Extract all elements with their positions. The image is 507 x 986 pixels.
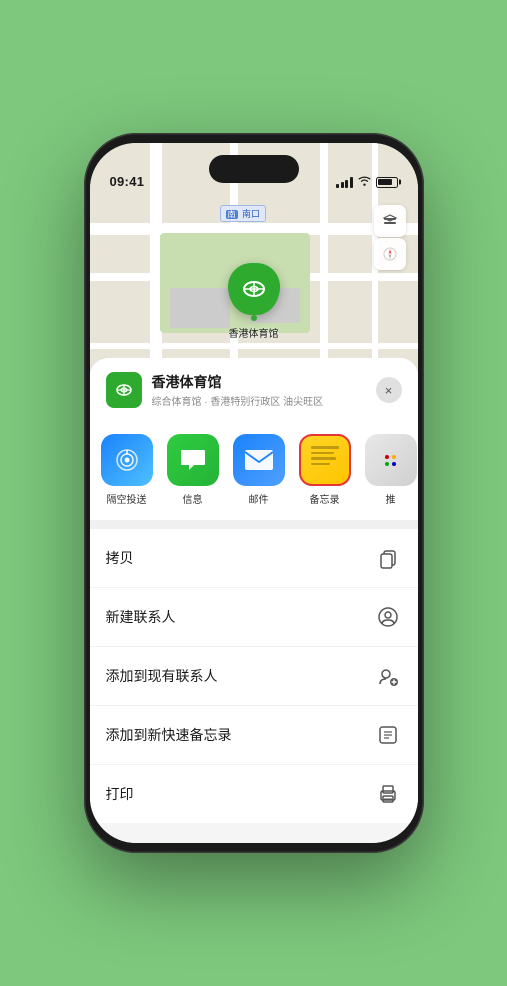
copy-label: 拷贝 (106, 548, 134, 568)
mail-label: 邮件 (249, 491, 269, 506)
south-gate-label: 南 南口 (220, 205, 267, 222)
copy-icon (374, 544, 402, 572)
action-print[interactable]: 打印 (90, 765, 418, 823)
new-contact-label: 新建联系人 (106, 607, 176, 627)
action-list: 拷贝 新建联系人 (90, 529, 418, 823)
app-item-more[interactable]: 推 (362, 434, 418, 506)
location-desc: 综合体育馆 · 香港特别行政区 油尖旺区 (152, 393, 376, 408)
app-item-messages[interactable]: 信息 (164, 434, 222, 506)
dynamic-island (209, 155, 299, 183)
notes-icon (299, 434, 351, 486)
status-time: 09:41 (110, 174, 145, 189)
action-add-note[interactable]: 添加到新快速备忘录 (90, 706, 418, 765)
airdrop-label: 隔空投送 (107, 491, 147, 506)
more-apps-icon (365, 434, 417, 486)
messages-icon (167, 434, 219, 486)
action-new-contact[interactable]: 新建联系人 (90, 588, 418, 647)
battery-icon (376, 177, 398, 188)
airdrop-icon (101, 434, 153, 486)
app-item-mail[interactable]: 邮件 (230, 434, 288, 506)
messages-label: 信息 (183, 491, 203, 506)
apps-row: 隔空投送 信息 (90, 420, 418, 521)
print-label: 打印 (106, 784, 134, 804)
close-button[interactable]: × (376, 377, 402, 403)
add-contact-label: 添加到现有联系人 (106, 666, 218, 686)
phone-frame: 09:41 (84, 133, 424, 853)
add-contact-icon (374, 662, 402, 690)
stadium-pin: 香港体育馆 (228, 263, 280, 340)
map-layers-button[interactable] (374, 205, 406, 237)
more-label: 推 (386, 491, 396, 506)
location-info: 香港体育馆 综合体育馆 · 香港特别行政区 油尖旺区 (152, 372, 376, 408)
add-note-label: 添加到新快速备忘录 (106, 725, 232, 745)
map-controls (374, 205, 406, 270)
bottom-sheet: 香港体育馆 综合体育馆 · 香港特别行政区 油尖旺区 × (90, 358, 418, 843)
add-note-icon (374, 721, 402, 749)
location-icon (106, 372, 142, 408)
notes-label: 备忘录 (310, 491, 340, 506)
app-item-airdrop[interactable]: 隔空投送 (98, 434, 156, 506)
status-icons (336, 175, 398, 189)
mail-icon (233, 434, 285, 486)
new-contact-icon (374, 603, 402, 631)
action-copy[interactable]: 拷贝 (90, 529, 418, 588)
location-header: 香港体育馆 综合体育馆 · 香港特别行政区 油尖旺区 × (90, 358, 418, 420)
location-name: 香港体育馆 (152, 372, 376, 392)
print-icon (374, 780, 402, 808)
wifi-icon (358, 175, 371, 189)
pin-label: 香港体育馆 (229, 325, 279, 340)
phone-screen: 09:41 (90, 143, 418, 843)
signal-bars-icon (336, 177, 353, 188)
map-compass-button[interactable] (374, 238, 406, 270)
pin-circle (228, 263, 280, 315)
app-item-notes[interactable]: 备忘录 (296, 434, 354, 506)
action-add-contact[interactable]: 添加到现有联系人 (90, 647, 418, 706)
sheet-divider (90, 521, 418, 529)
